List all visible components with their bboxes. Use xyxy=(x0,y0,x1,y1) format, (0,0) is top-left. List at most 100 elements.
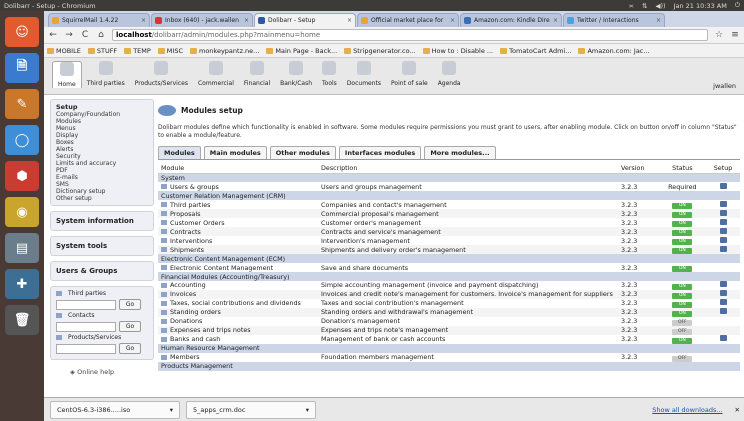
status-toggle[interactable]: OFF xyxy=(672,355,693,362)
menu-item[interactable]: Third parties xyxy=(82,61,130,88)
bookmark-item[interactable]: STUFF xyxy=(87,47,117,55)
setup-menu-item[interactable]: Dictionary setup xyxy=(56,188,148,195)
menu-item[interactable]: Agenda xyxy=(433,61,466,88)
setup-menu-item[interactable]: Limits and accuracy xyxy=(56,160,148,167)
browser-tab[interactable]: Dolibarr - Setup × xyxy=(254,13,356,27)
bookmark-item[interactable]: MISC xyxy=(157,47,183,55)
launcher-app-icon[interactable]: ✚ xyxy=(5,269,39,299)
menu-item[interactable]: Documents xyxy=(342,61,386,88)
menu-item[interactable]: Financial xyxy=(239,61,275,88)
close-icon[interactable]: × xyxy=(450,17,455,24)
menu-item[interactable]: Home xyxy=(52,61,82,88)
menu-item[interactable]: Products/Services xyxy=(130,61,193,88)
setup-menu-item[interactable]: Security xyxy=(56,153,148,160)
launcher-app-icon[interactable]: ⬢ xyxy=(5,161,39,191)
setup-icon[interactable] xyxy=(719,308,727,315)
setup-icon[interactable] xyxy=(719,290,727,297)
menu-icon[interactable]: ≡ xyxy=(730,30,740,40)
browser-tab[interactable]: Inbox (640) - jack.wallen × xyxy=(151,13,253,27)
status-toggle[interactable]: ON xyxy=(672,248,693,255)
show-all-downloads-link[interactable]: Show all downloads... xyxy=(652,406,722,414)
setup-icon[interactable] xyxy=(719,236,727,243)
launcher-app-icon[interactable]: ☺ xyxy=(5,17,39,47)
setup-icon[interactable] xyxy=(719,218,727,225)
setup-menu-item[interactable]: Modules xyxy=(56,118,148,125)
module-tab[interactable]: Interfaces modules xyxy=(338,146,422,159)
menu-item[interactable]: Tools xyxy=(317,61,342,88)
online-help-link[interactable]: ◈ Online help xyxy=(70,368,154,376)
launcher-app-icon[interactable]: ◉ xyxy=(5,197,39,227)
bookmark-item[interactable]: TEMP xyxy=(124,47,151,55)
setup-menu-item[interactable]: Display xyxy=(56,132,148,139)
setup-menu-item[interactable]: Alerts xyxy=(56,146,148,153)
setup-menu-item[interactable]: E-mails xyxy=(56,174,148,181)
chevron-down-icon[interactable]: ▾ xyxy=(306,406,309,414)
setup-menu-item[interactable]: SMS xyxy=(56,181,148,188)
browser-tab[interactable]: Twitter / Interactions × xyxy=(563,13,665,27)
go-button[interactable]: Go xyxy=(119,321,141,332)
setup-menu-item[interactable]: Boxes xyxy=(56,139,148,146)
search-input[interactable] xyxy=(56,343,116,354)
module-tab[interactable]: More modules... xyxy=(424,146,496,159)
module-tab[interactable]: Main modules xyxy=(203,146,267,159)
browser-tab[interactable]: Official market place for × xyxy=(357,13,459,27)
close-icon[interactable]: × xyxy=(347,17,352,24)
setup-icon[interactable] xyxy=(719,281,727,288)
system-tools-link[interactable]: System tools xyxy=(50,236,154,256)
download-item[interactable]: CentOS-6.3-i386.....iso ▾ xyxy=(50,400,180,419)
bookmark-item[interactable]: How to : Disable ... xyxy=(422,47,493,55)
close-icon[interactable]: × xyxy=(141,17,146,24)
module-tab[interactable]: Modules xyxy=(158,146,201,159)
browser-tab[interactable]: Amazon.com: Kindle Dire × xyxy=(460,13,562,27)
launcher-app-icon[interactable]: ▤ xyxy=(5,233,39,263)
close-icon[interactable]: × xyxy=(553,17,558,24)
bookmark-item[interactable]: Amazon.com: Jac... xyxy=(578,47,650,55)
tray-item[interactable]: ⏻ xyxy=(735,1,740,10)
menu-item[interactable]: Commercial xyxy=(193,61,239,88)
users-groups-link[interactable]: Users & Groups xyxy=(50,261,154,281)
status-toggle[interactable]: ON xyxy=(672,266,693,273)
close-icon[interactable]: ✕ xyxy=(735,406,740,414)
menu-item[interactable]: Bank/Cash xyxy=(275,61,317,88)
url-bar[interactable]: localhost /dolibarr/admin/modules.php?ma… xyxy=(112,29,708,41)
user-login[interactable]: jwallen xyxy=(713,82,736,90)
bookmark-item[interactable]: MOBILE xyxy=(47,47,81,55)
setup-menu-item[interactable]: Other setup xyxy=(56,195,148,202)
back-icon[interactable]: ← xyxy=(48,30,58,40)
bookmark-item[interactable]: monkeypantz.ne... xyxy=(190,47,259,55)
module-tab[interactable]: Other modules xyxy=(269,146,336,159)
bookmark-item[interactable]: Stripgenerator.co... xyxy=(344,47,416,55)
setup-menu-item[interactable]: PDF xyxy=(56,167,148,174)
status-toggle[interactable]: ON xyxy=(672,337,693,344)
setup-menu-title[interactable]: Setup xyxy=(56,103,148,111)
download-item[interactable]: 5_apps_crm.doc ▾ xyxy=(186,400,316,419)
close-icon[interactable]: × xyxy=(656,17,661,24)
bookmark-item[interactable]: TomatoCart Admi... xyxy=(500,47,571,55)
tray-item[interactable]: ⇅ xyxy=(642,2,647,10)
browser-tab[interactable]: SquirrelMail 1.4.22 × xyxy=(48,13,150,27)
launcher-app-icon[interactable]: 🗎 xyxy=(5,53,39,83)
forward-icon[interactable]: → xyxy=(64,30,74,40)
close-icon[interactable]: × xyxy=(244,17,249,24)
launcher-app-icon[interactable]: ◯ xyxy=(5,125,39,155)
setup-menu-item[interactable]: Company/Foundation xyxy=(56,111,148,118)
search-input[interactable] xyxy=(56,299,116,310)
go-button[interactable]: Go xyxy=(119,343,141,354)
tray-item[interactable]: ≍ xyxy=(629,2,634,10)
launcher-app-icon[interactable]: 🗑 xyxy=(5,305,39,335)
setup-icon[interactable] xyxy=(719,227,727,234)
tray-item[interactable]: Jan 21 10:33 AM xyxy=(674,2,727,10)
setup-icon[interactable] xyxy=(719,182,727,189)
reload-icon[interactable]: C xyxy=(80,30,90,40)
system-tray[interactable]: ≍ ⇅ ◀)) Jan 21 10:33 AM ⏻ xyxy=(629,1,740,10)
star-icon[interactable]: ☆ xyxy=(714,30,724,40)
home-icon[interactable]: ⌂ xyxy=(96,30,106,40)
setup-icon[interactable] xyxy=(719,200,727,207)
system-information-link[interactable]: System information xyxy=(50,211,154,231)
go-button[interactable]: Go xyxy=(119,299,141,310)
setup-icon[interactable] xyxy=(719,335,727,342)
launcher-app-icon[interactable]: ✎ xyxy=(5,89,39,119)
tray-item[interactable]: ◀)) xyxy=(655,2,665,10)
menu-item[interactable]: Point of sale xyxy=(386,61,433,88)
search-input[interactable] xyxy=(56,321,116,332)
